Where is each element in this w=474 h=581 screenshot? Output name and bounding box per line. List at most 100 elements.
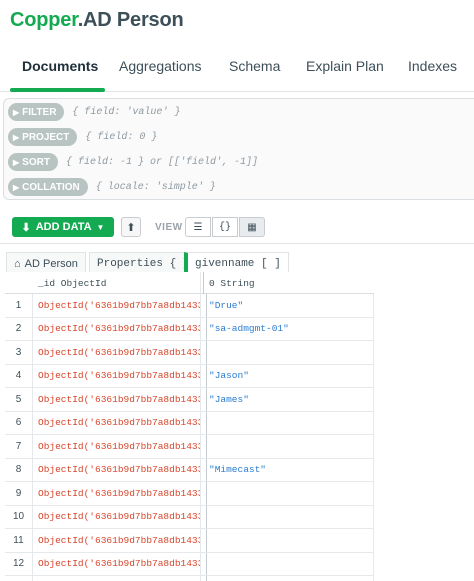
tab-schema[interactable]: Schema <box>229 58 280 74</box>
sort-label: SORT <box>22 156 50 168</box>
table-row[interactable]: 8 ObjectId('6361b9d7bb7a8db1433 "Mimecast" <box>5 458 374 482</box>
row-number: 3 <box>5 341 33 364</box>
tab-indexes[interactable]: Indexes <box>408 58 457 74</box>
givenname-cell[interactable] <box>204 435 374 458</box>
tab-documents[interactable]: Documents <box>22 58 98 74</box>
add-data-button[interactable]: ⬇ ADD DATA ▼ <box>12 217 114 237</box>
table-row[interactable]: 12 ObjectId('6361b9d7bb7a8db1433 <box>5 552 374 576</box>
row-number: 2 <box>5 317 33 340</box>
breadcrumb-home-label: AD Person <box>24 257 78 270</box>
caret-right-icon: ▶ <box>13 182 20 192</box>
export-button[interactable]: ⬆ <box>121 217 141 237</box>
objectid-cell[interactable]: ObjectId('6361b9d7bb7a8db1433 <box>33 294 201 317</box>
table-row[interactable]: 10 ObjectId('6361b9d7bb7a8db1433 <box>5 505 374 529</box>
caret-right-icon: ▶ <box>13 157 20 167</box>
collation-input[interactable]: { locale: 'simple' } <box>96 182 216 193</box>
collation-row: ▶ COLLATION { locale: 'simple' } <box>8 177 216 197</box>
givenname-cell[interactable]: "Mimecast" <box>204 458 374 481</box>
filter-row: ▶ FILTER { field: 'value' } <box>8 102 180 122</box>
givenname-cell[interactable] <box>204 529 374 552</box>
givenname-cell[interactable]: "Test" <box>204 576 374 581</box>
table-view-icon: ▦ <box>247 221 257 233</box>
table-row[interactable]: 3 ObjectId('6361b9d7bb7a8db1433 <box>5 341 374 365</box>
json-view-button[interactable]: {} <box>212 217 238 237</box>
json-view-icon: {} <box>218 221 231 233</box>
givenname-cell[interactable]: "James" <box>204 388 374 411</box>
table-row[interactable]: 7 ObjectId('6361b9d7bb7a8db1433 <box>5 435 374 459</box>
table-row[interactable]: 2 ObjectId('6361b9d7bb7a8db1433 "sa-admgmt… <box>5 317 374 341</box>
givenname-cell[interactable] <box>204 482 374 505</box>
objectid-cell[interactable]: ObjectId('6361b9d7bb7a8db1433 <box>33 435 201 458</box>
givenname-cell[interactable]: "Drue" <box>204 294 374 317</box>
caret-right-icon: ▶ <box>13 107 20 117</box>
filter-toggle[interactable]: ▶ FILTER <box>8 103 65 121</box>
row-number: 6 <box>5 411 33 434</box>
project-row: ▶ PROJECT { field: 0 } <box>8 127 157 147</box>
objectid-cell[interactable]: ObjectId('6361b9d7bb7a8db1433 <box>33 341 201 364</box>
collection-name: .AD Person <box>77 9 184 31</box>
list-view-button[interactable]: ☰ <box>185 217 211 237</box>
table-row[interactable]: 5 ObjectId('6361b9d7bb7a8db1433 "James" <box>5 388 374 412</box>
query-bar: ▶ FILTER { field: 'value' } ▶ PROJECT { fi… <box>3 98 474 200</box>
active-tab-indicator <box>10 88 105 92</box>
project-toggle[interactable]: ▶ PROJECT <box>8 128 78 146</box>
row-number: 13 <box>5 576 33 581</box>
objectid-cell[interactable]: ObjectId('6361b9d7bb7a8db1433 <box>33 505 201 528</box>
objectid-cell[interactable]: ObjectId('6361b9d7bb7a8db1433 <box>33 576 201 581</box>
table-view-button[interactable]: ▦ <box>239 217 265 237</box>
row-number: 4 <box>5 364 33 387</box>
home-icon: ⌂ <box>14 257 21 270</box>
objectid-cell[interactable]: ObjectId('6361b9d7bb7a8db1433 <box>33 388 201 411</box>
tab-aggregations[interactable]: Aggregations <box>119 58 202 74</box>
project-input[interactable]: { field: 0 } <box>85 132 157 143</box>
breadcrumb-givenname[interactable]: givenname [ ] <box>184 252 289 274</box>
caret-right-icon: ▶ <box>13 132 20 142</box>
givenname-cell[interactable]: "Jason" <box>204 364 374 387</box>
sort-input[interactable]: { field: -1 } or [['field', -1]] <box>66 157 258 168</box>
objectid-cell[interactable]: ObjectId('6361b9d7bb7a8db1433 <box>33 317 201 340</box>
filter-label: FILTER <box>22 106 57 118</box>
row-number: 5 <box>5 388 33 411</box>
download-icon: ⬇ <box>21 221 31 234</box>
collation-toggle[interactable]: ▶ COLLATION <box>8 178 88 196</box>
table-row[interactable]: 4 ObjectId('6361b9d7bb7a8db1433 "Jason" <box>5 364 374 388</box>
list-view-icon: ☰ <box>193 221 203 233</box>
table-row[interactable]: 9 ObjectId('6361b9d7bb7a8db1433 <box>5 482 374 506</box>
breadcrumb-home[interactable]: ⌂ AD Person <box>6 252 86 274</box>
table-row[interactable]: 1 ObjectId('6361b9d7bb7a8db1433 "Drue" <box>5 294 374 318</box>
tab-bar: Documents Aggregations Schema Explain Pl… <box>0 50 474 92</box>
collection-title: Copper.AD Person <box>10 9 184 32</box>
row-number: 11 <box>5 529 33 552</box>
project-label: PROJECT <box>22 131 70 143</box>
objectid-cell[interactable]: ObjectId('6361b9d7bb7a8db1433 <box>33 552 201 575</box>
givenname-cell[interactable] <box>204 552 374 575</box>
table-row[interactable]: 6 ObjectId('6361b9d7bb7a8db1433 <box>5 411 374 435</box>
sort-row: ▶ SORT { field: -1 } or [['field', -1]] <box>8 152 258 172</box>
caret-down-icon: ▼ <box>96 222 105 232</box>
givenname-cell[interactable]: "sa-admgmt-01" <box>204 317 374 340</box>
givenname-cell[interactable] <box>204 411 374 434</box>
objectid-cell[interactable]: ObjectId('6361b9d7bb7a8db1433 <box>33 364 201 387</box>
tab-explain-plan[interactable]: Explain Plan <box>306 58 384 74</box>
table-body: 1 ObjectId('6361b9d7bb7a8db1433 "Drue" 2 Obj… <box>5 294 374 581</box>
objectid-cell[interactable]: ObjectId('6361b9d7bb7a8db1433 <box>33 529 201 552</box>
documents-table: _id ObjectId 0 String 1 ObjectId('6361b9d… <box>5 272 374 581</box>
objectid-cell[interactable]: ObjectId('6361b9d7bb7a8db1433 <box>33 411 201 434</box>
sort-toggle[interactable]: ▶ SORT <box>8 153 58 171</box>
table-row[interactable]: 11 ObjectId('6361b9d7bb7a8db1433 <box>5 529 374 553</box>
row-number: 7 <box>5 435 33 458</box>
export-icon: ⬆ <box>126 221 136 234</box>
givenname-cell[interactable] <box>204 505 374 528</box>
column-header-givenname[interactable]: 0 String <box>204 272 374 294</box>
database-name: Copper <box>10 9 78 31</box>
column-header-id[interactable]: _id ObjectId <box>33 272 201 294</box>
filter-input[interactable]: { field: 'value' } <box>72 107 180 118</box>
row-number: 1 <box>5 294 33 317</box>
givenname-cell[interactable] <box>204 341 374 364</box>
objectid-cell[interactable]: ObjectId('6361b9d7bb7a8db1433 <box>33 482 201 505</box>
breadcrumb-properties[interactable]: Properties { } <box>89 252 198 274</box>
objectid-cell[interactable]: ObjectId('6361b9d7bb7a8db1433 <box>33 458 201 481</box>
view-label: VIEW <box>155 222 183 233</box>
row-number: 12 <box>5 552 33 575</box>
table-row[interactable]: 13ObjectId('6361b9d7bb7a8db1433"Test" <box>5 576 374 581</box>
